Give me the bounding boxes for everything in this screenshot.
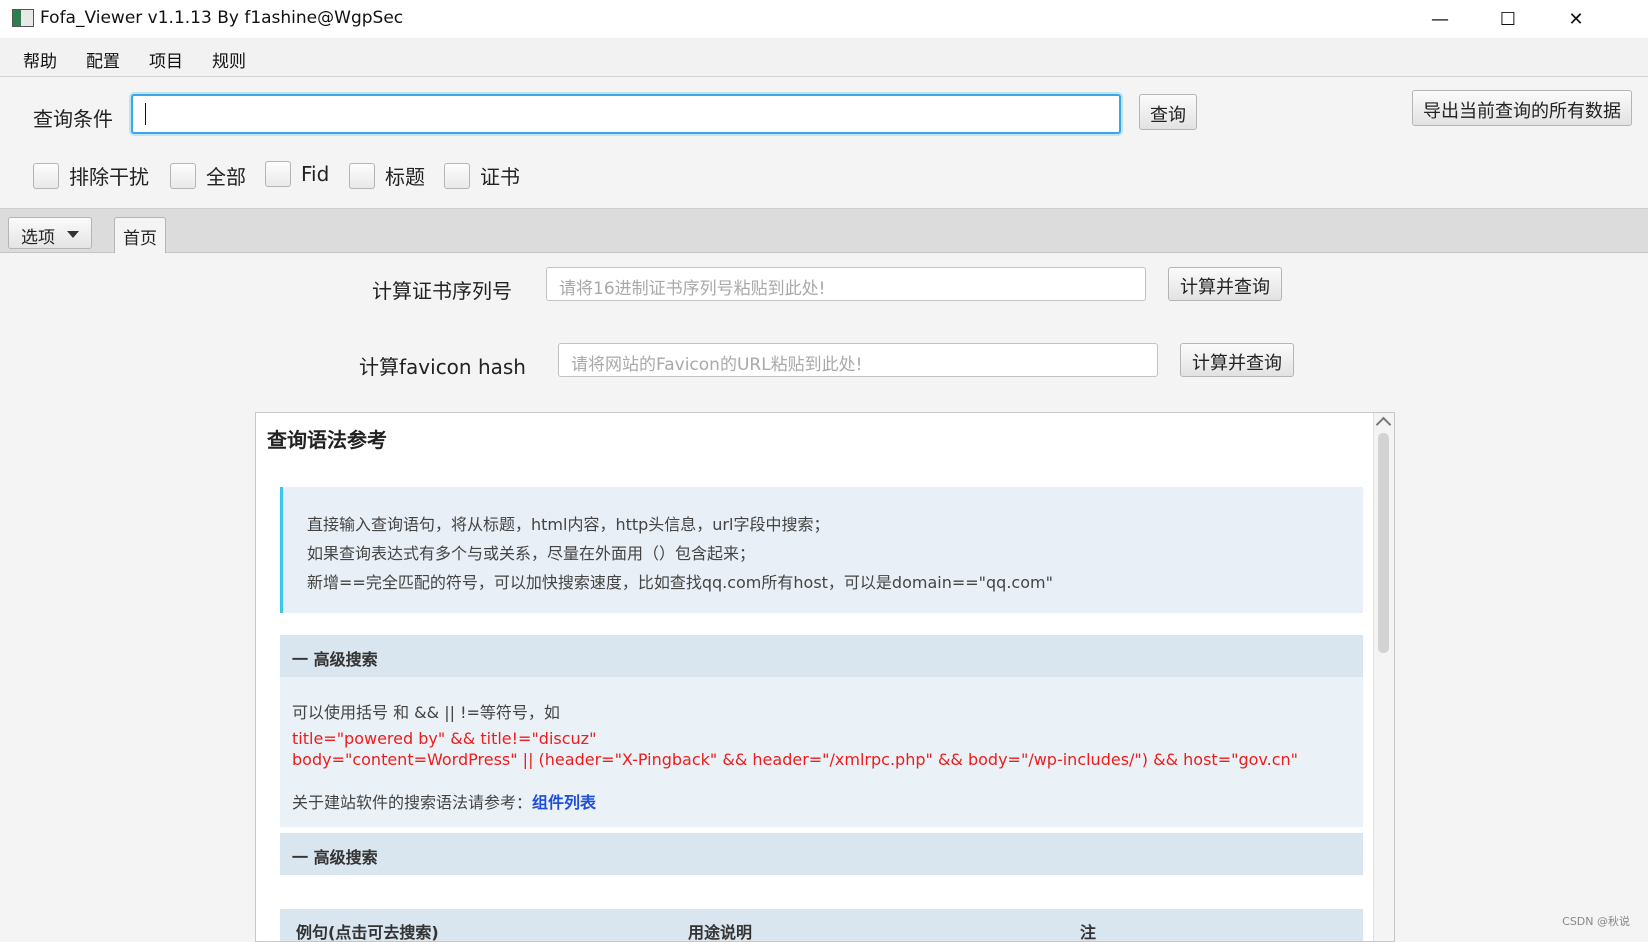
syntax-reference-panel: 查询语法参考 直接输入查询语句，将从标题，html内容，http头信息，url字… [255, 412, 1395, 942]
section-header-advanced[interactable]: 一 高级搜索 [280, 635, 1363, 677]
note-line: 直接输入查询语句，将从标题，html内容，http头信息，url字段中搜索； [307, 515, 830, 534]
cert-serial-input[interactable]: 请将16进制证书序列号粘贴到此处! [546, 267, 1146, 301]
favicon-url-input[interactable]: 请将网站的Favicon的URL粘贴到此处! [558, 343, 1158, 377]
example-query[interactable]: title="powered by" && title!="discuz" [292, 729, 596, 748]
checkbox-box[interactable] [444, 162, 470, 189]
note-line: 新增==完全匹配的符号，可以加快搜索速度，比如查找qq.com所有host，可以… [307, 573, 1053, 592]
home-content: 计算证书序列号 请将16进制证书序列号粘贴到此处! 计算并查询 计算favico… [0, 253, 1648, 942]
menu-help[interactable]: 帮助 [23, 47, 57, 72]
query-label: 查询条件 [33, 107, 113, 131]
checkbox-fid[interactable]: Fid [265, 161, 329, 187]
favicon-calc-query-button[interactable]: 计算并查询 [1180, 343, 1294, 377]
section-header-advanced-2[interactable]: 一 高级搜索 [280, 833, 1363, 875]
text-caret [145, 103, 146, 125]
note-box: 直接输入查询语句，将从标题，html内容，http头信息，url字段中搜索； 如… [280, 487, 1363, 613]
checkbox-box[interactable] [170, 162, 196, 189]
menu-config[interactable]: 配置 [86, 47, 120, 72]
cert-calc-query-button[interactable]: 计算并查询 [1168, 267, 1282, 301]
checkbox-box[interactable] [349, 162, 375, 189]
window-title: Fofa_Viewer v1.1.13 By f1ashine@WgpSec [40, 8, 404, 28]
section-intro: 可以使用括号 和 && || !=等符号，如 [292, 703, 560, 722]
title-bar: Fofa_Viewer v1.1.13 By f1ashine@WgpSec —… [0, 0, 1648, 38]
menu-rules[interactable]: 规则 [212, 47, 246, 72]
options-dropdown[interactable]: 选项 [8, 217, 92, 249]
component-ref-line: 关于建站软件的搜索语法请参考：组件列表 [292, 789, 596, 813]
component-ref-prefix: 关于建站软件的搜索语法请参考： [292, 793, 533, 812]
scrollbar-thumb[interactable] [1378, 433, 1389, 653]
checkbox-box[interactable] [265, 161, 291, 187]
tab-home[interactable]: 首页 [114, 217, 166, 253]
scroll-up-icon[interactable] [1375, 416, 1392, 433]
close-button[interactable]: ✕ [1542, 0, 1610, 38]
checkbox-box[interactable] [33, 162, 59, 189]
note-line: 如果查询表达式有多个与或关系，尽量在外面用（）包含起来； [307, 544, 756, 563]
checkbox-label: 全部 [206, 165, 246, 189]
menu-bar: 帮助 配置 项目 规则 [0, 38, 1648, 77]
checkbox-label: 标题 [385, 165, 425, 189]
minimize-button[interactable]: — [1406, 0, 1474, 38]
checkbox-label: 证书 [480, 165, 520, 189]
column-header-note: 注 [1080, 923, 1097, 942]
vertical-scrollbar[interactable] [1373, 413, 1394, 941]
query-toolbar: 查询条件 查询 导出当前查询的所有数据 排除干扰 全部 Fid 标题 证书 [0, 77, 1648, 209]
query-button[interactable]: 查询 [1139, 94, 1197, 130]
checkbox-label: 排除干扰 [69, 165, 149, 189]
column-header-example: 例句(点击可去搜索) [296, 923, 439, 942]
checkbox-title[interactable]: 标题 [349, 161, 425, 190]
options-label: 选项 [21, 228, 55, 248]
section-body-advanced: 可以使用括号 和 && || !=等符号，如 title="powered by… [280, 677, 1363, 827]
menu-project[interactable]: 项目 [149, 47, 183, 72]
cert-serial-label: 计算证书序列号 [372, 279, 512, 303]
tab-strip: 选项 首页 [0, 209, 1648, 253]
checkbox-all[interactable]: 全部 [170, 161, 246, 190]
app-icon [12, 9, 34, 27]
example-query[interactable]: body="content=WordPress" || (header="X-P… [292, 750, 1298, 769]
checkbox-exclude-noise[interactable]: 排除干扰 [33, 161, 149, 190]
syntax-table-header: 例句(点击可去搜索) 用途说明 注 [280, 909, 1363, 942]
favicon-hash-label: 计算favicon hash [359, 355, 526, 379]
column-header-usage: 用途说明 [688, 923, 753, 942]
reference-title: 查询语法参考 [267, 428, 387, 452]
maximize-button[interactable]: ☐ [1474, 0, 1542, 38]
component-list-link[interactable]: 组件列表 [532, 793, 596, 812]
query-input[interactable] [131, 94, 1121, 134]
chevron-down-icon [67, 231, 79, 238]
watermark-text: CSDN @秋说 [1562, 915, 1630, 928]
checkbox-cert[interactable]: 证书 [444, 161, 520, 190]
checkbox-label: Fid [301, 162, 330, 186]
export-all-button[interactable]: 导出当前查询的所有数据 [1412, 90, 1632, 126]
